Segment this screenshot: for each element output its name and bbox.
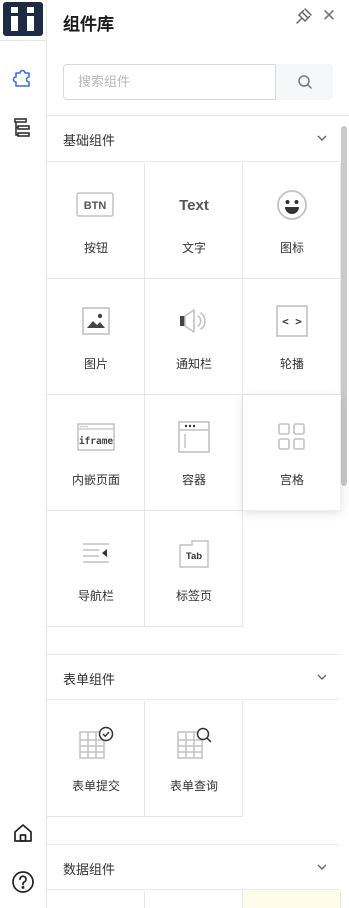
- panel-header: 组件库 ✕: [47, 0, 349, 44]
- component-label: 图标: [279, 241, 304, 255]
- component-label: 通知栏: [175, 357, 212, 371]
- smiley-icon: [272, 185, 312, 225]
- component-navbar[interactable]: 导航栏: [47, 511, 145, 627]
- component-tile-partial[interactable]: [145, 891, 243, 908]
- left-rail: [0, 0, 47, 908]
- component-tabs[interactable]: Tab 标签页: [145, 511, 243, 627]
- svg-text:BTN: BTN: [84, 200, 107, 212]
- home-icon[interactable]: [8, 818, 38, 848]
- component-notice-bar[interactable]: 通知栏: [145, 279, 243, 395]
- search-box: [63, 64, 333, 100]
- component-label: 按钮: [83, 241, 108, 255]
- component-label: 表单提交: [71, 779, 120, 793]
- component-text[interactable]: Text 文字: [145, 163, 243, 279]
- scrollbar[interactable]: [341, 126, 347, 486]
- grid-icon: [272, 417, 312, 457]
- search-icon: [297, 75, 312, 89]
- svg-text:< >: < >: [282, 315, 302, 328]
- form-submit-icon: [76, 723, 116, 763]
- component-image[interactable]: 图片: [47, 279, 145, 395]
- section-title: 基础组件: [63, 134, 116, 149]
- component-carousel[interactable]: < > 轮播: [243, 279, 341, 395]
- section-header-basic[interactable]: 基础组件: [47, 116, 340, 162]
- svg-text:Tab: Tab: [186, 551, 202, 562]
- component-label: 导航栏: [77, 589, 114, 603]
- tab-icon: Tab: [174, 533, 214, 573]
- puzzle-icon[interactable]: [8, 62, 38, 92]
- speaker-icon: [174, 301, 214, 341]
- component-form-query[interactable]: 表单查询: [145, 701, 243, 817]
- svg-text:iframe: iframe: [79, 436, 114, 447]
- iframe-icon: iframe: [76, 417, 116, 457]
- component-list: 基础组件 BTN 按钮 Text 文字 图标 图片 通知栏 < > 轮播 ifr…: [47, 115, 349, 908]
- form-query-icon: [174, 723, 214, 763]
- carousel-icon: < >: [272, 301, 312, 341]
- component-iframe[interactable]: iframe 内嵌页面: [47, 395, 145, 511]
- component-label: 轮播: [279, 357, 304, 371]
- navbar-icon: [76, 533, 116, 573]
- component-label: 表单查询: [169, 779, 218, 793]
- component-label: 文字: [181, 241, 206, 255]
- component-tile-partial[interactable]: [47, 891, 145, 908]
- text-icon: Text: [179, 196, 209, 214]
- pin-icon[interactable]: [295, 7, 313, 25]
- component-tile-partial[interactable]: [243, 891, 341, 908]
- section-title: 数据组件: [63, 863, 116, 878]
- chevron-down-icon: [317, 135, 327, 141]
- search-button[interactable]: [275, 64, 333, 100]
- rail-divider: [0, 40, 47, 41]
- component-icon[interactable]: 图标: [243, 163, 341, 279]
- component-label: 图片: [83, 357, 108, 371]
- image-icon: [76, 301, 116, 341]
- component-label: 标签页: [175, 589, 212, 603]
- page-title: 组件库: [63, 15, 114, 35]
- component-label: 容器: [181, 473, 206, 487]
- button-icon: BTN: [76, 185, 116, 225]
- close-icon[interactable]: ✕: [321, 7, 337, 25]
- component-label: 内嵌页面: [71, 473, 120, 487]
- section-header-data[interactable]: 数据组件: [47, 844, 340, 890]
- component-label: 宫格: [279, 473, 304, 487]
- component-grid[interactable]: 宫格: [243, 395, 341, 511]
- section-title: 表单组件: [63, 673, 116, 688]
- chevron-down-icon: [317, 674, 327, 680]
- section-header-form[interactable]: 表单组件: [47, 654, 340, 700]
- component-form-submit[interactable]: 表单提交: [47, 701, 145, 817]
- app-logo: [3, 2, 43, 36]
- component-button[interactable]: BTN 按钮: [47, 163, 145, 279]
- search-input[interactable]: [64, 65, 275, 99]
- help-icon[interactable]: [8, 867, 38, 897]
- outline-tree-icon[interactable]: [8, 112, 38, 142]
- chevron-down-icon: [317, 864, 327, 870]
- component-container[interactable]: 容器: [145, 395, 243, 511]
- container-icon: [174, 417, 214, 457]
